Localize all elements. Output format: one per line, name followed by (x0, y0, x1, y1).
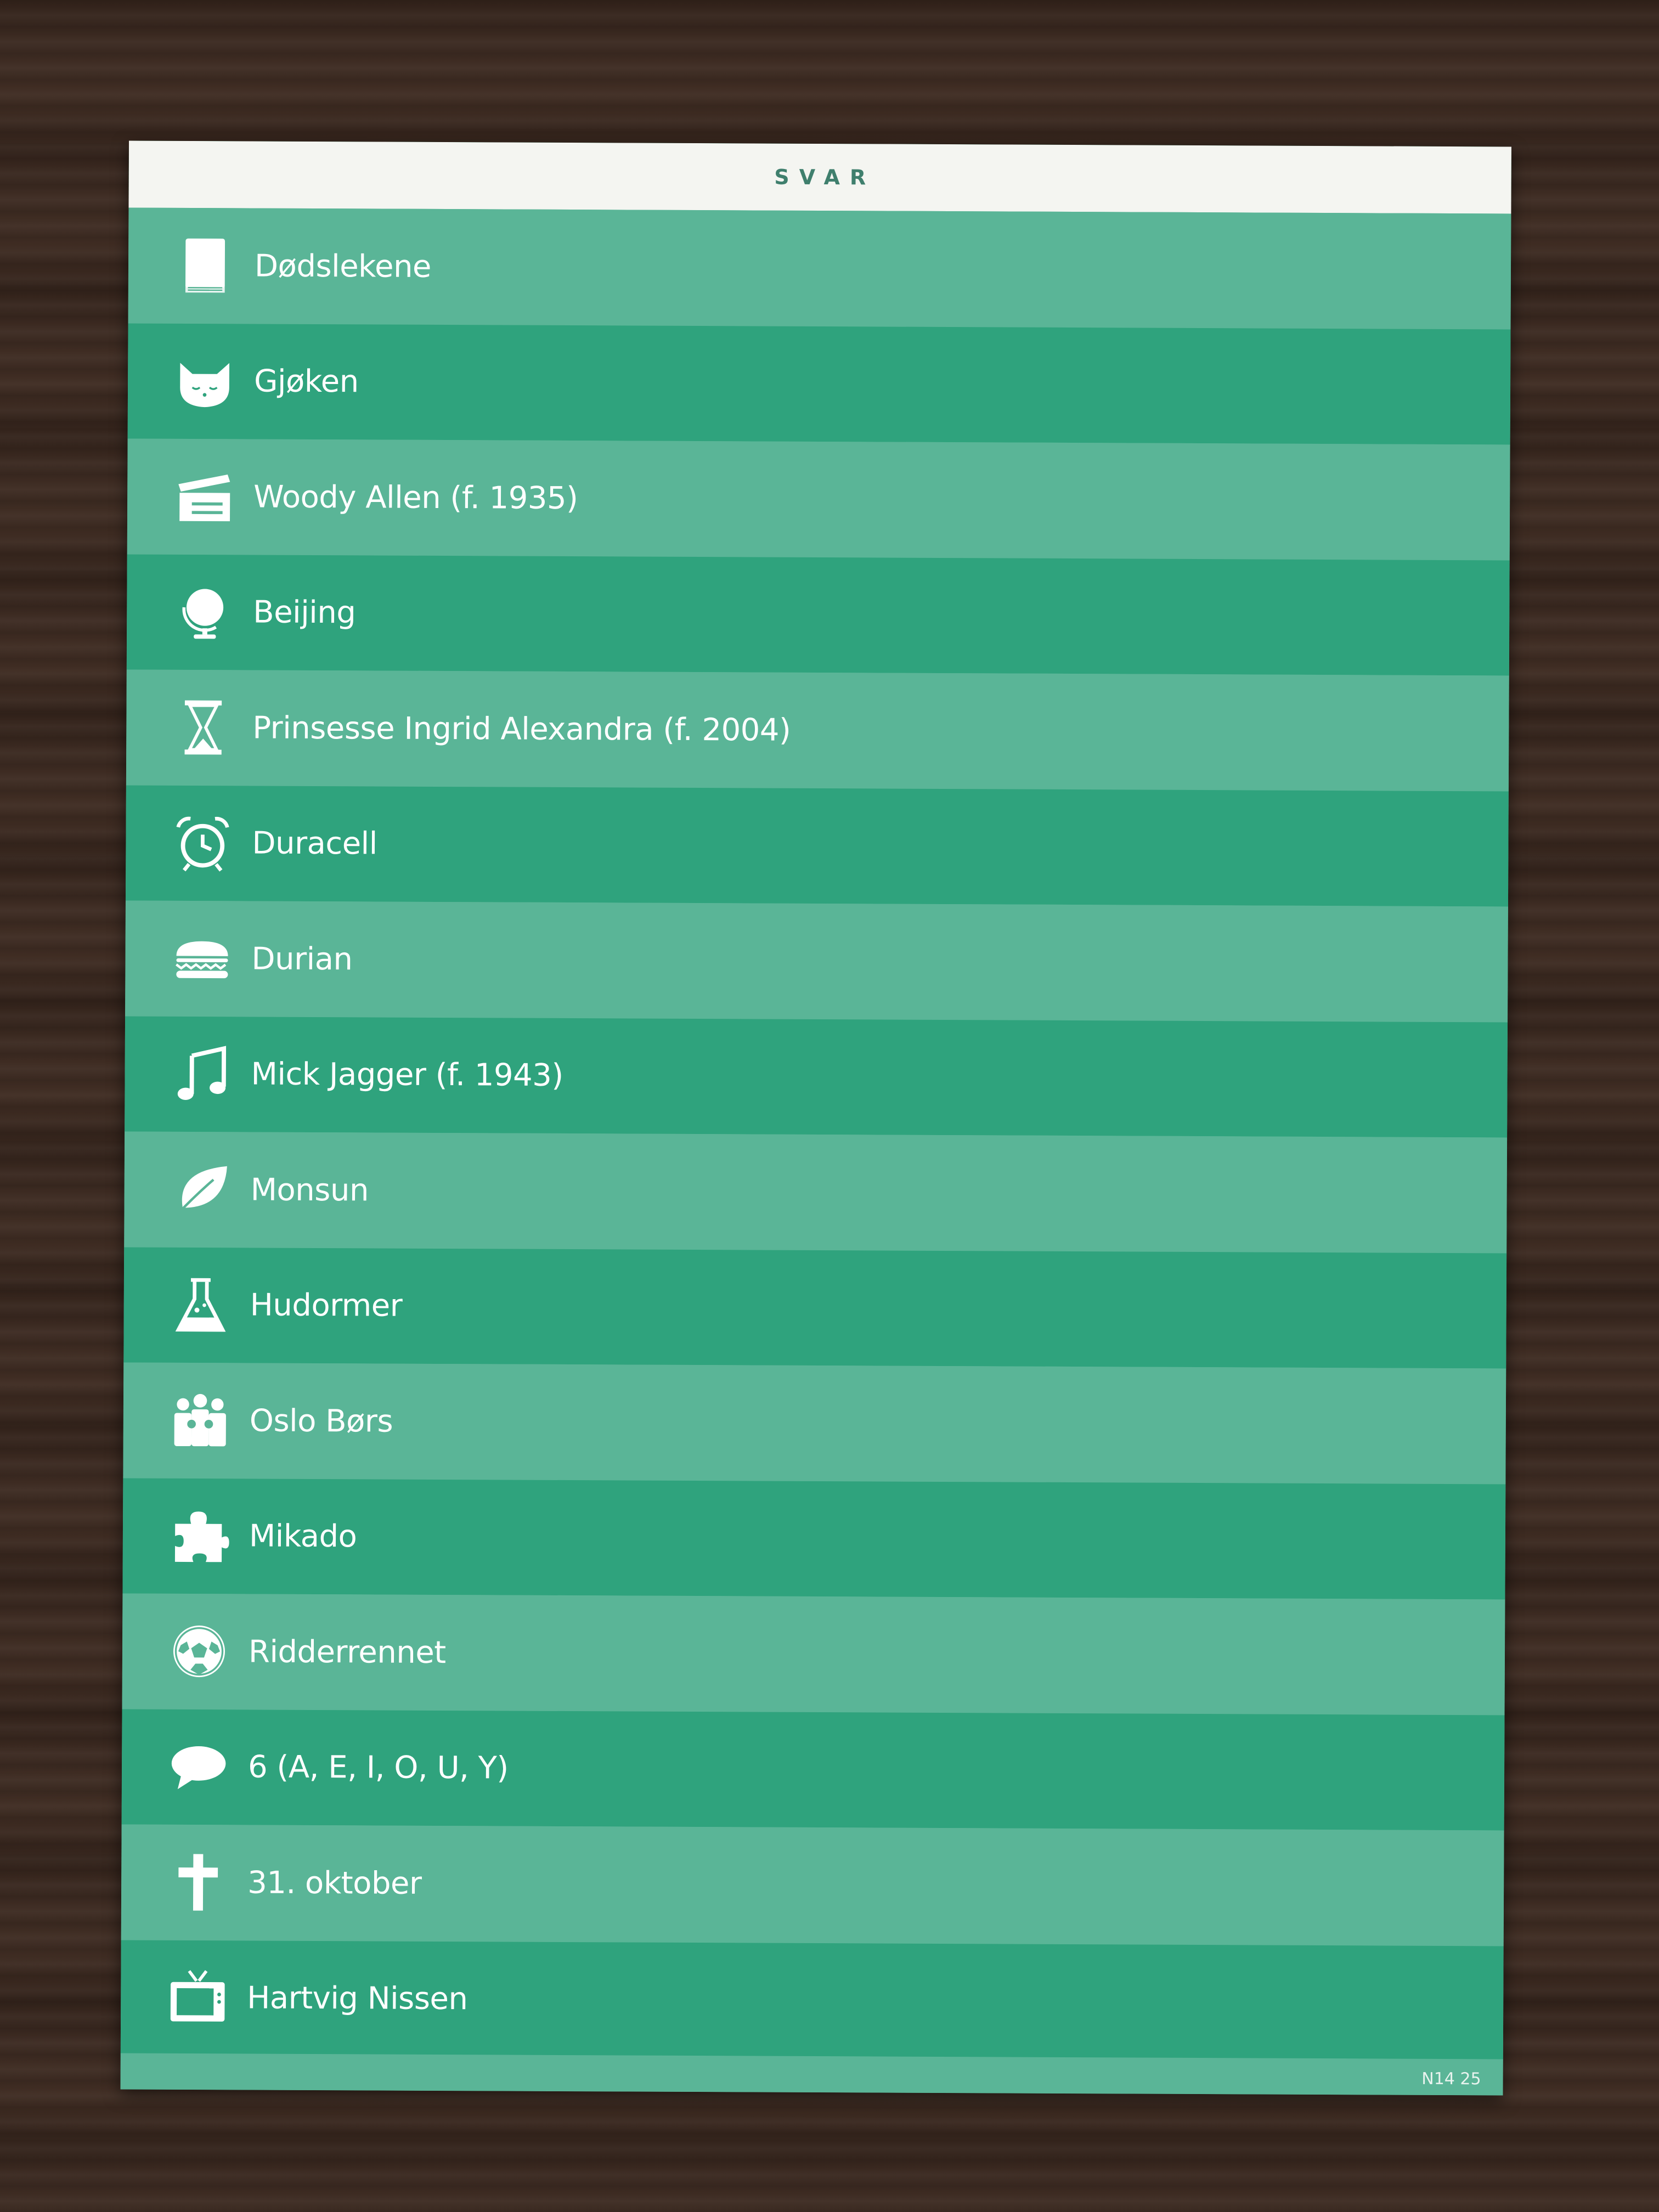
answer-text: 31. oktober (247, 1865, 422, 1901)
music-note-icon (168, 1041, 235, 1108)
answer-row: Oslo Børs (123, 1362, 1506, 1484)
answer-row: 6 (A, E, I, O, U, Y) (121, 1708, 1505, 1831)
answer-row: Durian (125, 900, 1508, 1022)
soccer-ball-icon (166, 1618, 233, 1685)
answer-row: Beijing (126, 554, 1510, 676)
answer-text: Woody Allen (f. 1935) (253, 479, 578, 516)
answer-row: Woody Allen (f. 1935) (127, 438, 1510, 560)
puzzle-icon (167, 1503, 233, 1570)
answer-text: Durian (251, 941, 353, 978)
card-title: SVAR (774, 165, 876, 190)
answer-text: Hartvig Nissen (247, 1980, 468, 2017)
answer-row: Hudormer (123, 1246, 1507, 1369)
answer-row: Monsun (124, 1131, 1508, 1253)
leaf-icon (168, 1156, 234, 1223)
answer-row: Mick Jagger (f. 1943) (125, 1015, 1508, 1138)
answer-text: Prinsesse Ingrid Alexandra (f. 2004) (252, 710, 791, 748)
answer-row: Mikado (122, 1477, 1506, 1600)
answer-text: Duracell (252, 825, 377, 862)
answer-text: Mikado (249, 1518, 357, 1555)
answer-text: Ridderrennet (248, 1634, 446, 1671)
answer-row: Ridderrennet (122, 1593, 1505, 1715)
cross-icon (165, 1849, 232, 1916)
answer-text: Hudormer (250, 1287, 403, 1324)
answer-row: Hartvig Nissen (120, 1939, 1504, 2062)
clapperboard-icon (171, 464, 238, 530)
answer-text: Beijing (253, 594, 356, 631)
tv-icon (165, 1965, 231, 2032)
burger-icon (169, 926, 235, 992)
answer-text: Oslo Børs (249, 1403, 393, 1440)
people-icon (167, 1387, 234, 1454)
card-code: N14 25 (1421, 2069, 1481, 2089)
answer-text: 6 (A, E, I, O, U, Y) (247, 1749, 509, 1786)
speech-bubble-icon (166, 1734, 232, 1801)
answer-list: Dødslekene Gjøken Woody Allen (f. 1935) … (120, 207, 1511, 2062)
answer-row: Duracell (125, 785, 1509, 907)
answer-text: Gjøken (253, 363, 359, 400)
globe-icon (171, 579, 237, 646)
answer-row: Gjøken (127, 323, 1511, 445)
answer-text: Dødslekene (254, 248, 432, 285)
alarm-clock-icon (170, 810, 236, 877)
book-icon (172, 233, 239, 299)
card-footer (120, 2053, 1503, 2096)
answer-text: Monsun (250, 1172, 369, 1209)
cat-icon (172, 348, 238, 415)
hourglass-icon (170, 695, 236, 761)
answer-row: 31. oktober (121, 1824, 1504, 1946)
answer-row: Dødslekene (128, 207, 1511, 329)
flask-icon (167, 1272, 234, 1339)
answer-card: SVAR Dødslekene Gjøken Woody Allen (f. 1… (120, 140, 1511, 2096)
answer-text: Mick Jagger (f. 1943) (251, 1056, 563, 1094)
card-header: SVAR (128, 140, 1511, 214)
answer-row: Prinsesse Ingrid Alexandra (f. 2004) (126, 669, 1509, 791)
